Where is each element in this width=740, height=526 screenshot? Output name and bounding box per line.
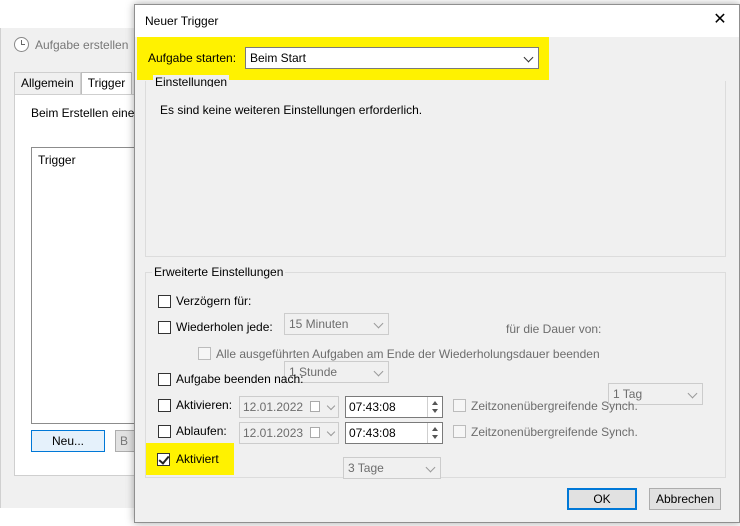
close-icon[interactable]: ✕ — [708, 9, 732, 31]
clock-icon — [14, 37, 29, 52]
expire-label: Ablaufen: — [176, 424, 227, 438]
expire-sync-label: Zeitzonenübergreifende Synch. — [471, 425, 638, 439]
repeat-checkbox[interactable] — [158, 321, 171, 334]
trigger-list-header: Trigger — [38, 153, 76, 167]
tab-allgemein[interactable]: Allgemein — [14, 72, 81, 96]
stop-after-checkbox[interactable] — [158, 373, 171, 386]
stop-all-label: Alle ausgeführten Aufgaben am Ende der W… — [216, 347, 600, 361]
activate-time-value: 07:43:08 — [349, 400, 396, 414]
chevron-down-icon — [373, 318, 384, 329]
calendar-icon — [310, 427, 320, 438]
stop-after-select[interactable]: 3 Tage — [343, 457, 441, 479]
tab-trigger[interactable]: Trigger — [80, 72, 133, 96]
chevron-down-icon — [523, 52, 534, 63]
chevron-down-icon — [373, 366, 384, 377]
stop-after-value: 3 Tage — [348, 461, 384, 475]
trigger-list[interactable] — [31, 147, 139, 424]
delay-value: 15 Minuten — [289, 317, 349, 331]
ok-button[interactable]: OK — [567, 488, 637, 510]
expire-date-field[interactable]: 12.01.2023 — [239, 422, 339, 444]
settings-message: Es sind keine weiteren Einstellungen erf… — [160, 103, 423, 117]
stop-all-checkbox[interactable] — [198, 347, 211, 360]
activate-date-field[interactable]: 12.01.2022 — [239, 396, 339, 418]
activate-label: Aktivieren: — [176, 398, 233, 412]
create-task-tabs: Allgemein Trigger — [14, 72, 133, 96]
activate-checkbox[interactable] — [158, 399, 171, 412]
delay-select[interactable]: 15 Minuten — [284, 313, 389, 335]
repeat-label: Wiederholen jede: — [176, 320, 273, 334]
cancel-button[interactable]: Abbrechen — [649, 488, 721, 510]
dialog-titlebar — [135, 5, 739, 37]
expire-time-spinner[interactable]: 07:43:08 — [345, 422, 443, 444]
create-task-window-title: Aufgabe erstellen — [14, 37, 128, 52]
stop-after-label: Aufgabe beenden nach: — [176, 372, 304, 386]
activate-sync-label: Zeitzonenübergreifende Synch. — [471, 399, 638, 413]
chevron-down-icon — [425, 462, 436, 473]
enabled-label: Aktiviert — [176, 452, 219, 466]
start-task-value: Beim Start — [250, 51, 307, 65]
expire-date-value: 12.01.2023 — [243, 426, 304, 440]
duration-label: für die Dauer von: — [506, 322, 602, 336]
settings-group-title: Einstellungen — [153, 75, 230, 87]
expire-sync-checkbox[interactable] — [453, 425, 466, 438]
enabled-checkbox[interactable] — [157, 453, 170, 466]
new-trigger-button[interactable]: Neu... — [31, 430, 105, 452]
start-task-label: Aufgabe starten: — [148, 51, 237, 65]
spin-arrows-icon[interactable] — [427, 423, 442, 443]
activate-sync-checkbox[interactable] — [453, 399, 466, 412]
delay-label: Verzögern für: — [176, 294, 252, 308]
chevron-down-icon — [326, 401, 336, 411]
expire-time-value: 07:43:08 — [349, 426, 396, 440]
chevron-down-icon — [687, 388, 698, 399]
trigger-description: Beim Erstellen einer — [31, 106, 139, 120]
expire-checkbox[interactable] — [158, 425, 171, 438]
start-task-select[interactable]: Beim Start — [245, 47, 539, 69]
delay-checkbox[interactable] — [158, 295, 171, 308]
advanced-settings-title: Erweiterte Einstellungen — [152, 265, 286, 279]
spin-arrows-icon[interactable] — [427, 397, 442, 417]
dialog-title: Neuer Trigger — [145, 14, 219, 28]
chevron-down-icon — [326, 427, 336, 437]
activate-date-value: 12.01.2022 — [243, 400, 304, 414]
calendar-icon — [310, 401, 320, 412]
activate-time-spinner[interactable]: 07:43:08 — [345, 396, 443, 418]
